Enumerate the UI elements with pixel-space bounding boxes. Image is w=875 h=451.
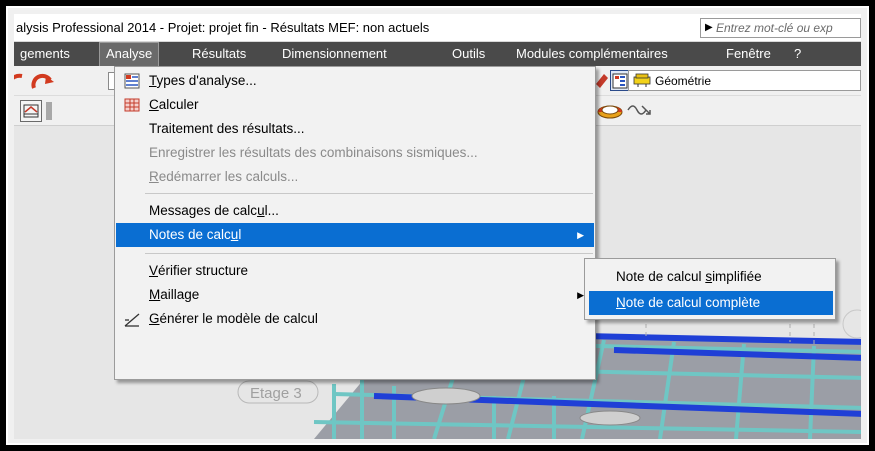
diagram-icon[interactable]	[626, 100, 652, 122]
slab-opening	[411, 387, 481, 405]
menu-fenetre[interactable]: Fenêtre	[720, 42, 777, 66]
menu-item-verifier-structure[interactable]: Vérifier structure	[116, 259, 594, 283]
menu-item-traitement[interactable]: Traitement des résultats...	[116, 117, 594, 141]
screenshot-frame: alysis Professional 2014 - Projet: proje…	[6, 6, 869, 445]
grid-axis-bubble	[842, 309, 861, 339]
menu-item-maillage[interactable]: Maillage ▶	[116, 283, 594, 307]
menu-separator	[145, 253, 593, 254]
window-title: alysis Professional 2014 - Projet: proje…	[16, 20, 430, 35]
menu-item-label: Enregistrer les résultats des combinaiso…	[149, 145, 478, 160]
menu-analyse[interactable]: Analyse	[99, 42, 160, 66]
menu-item-messages-calcul[interactable]: Messages de calcul...	[116, 199, 594, 223]
selection-icon[interactable]	[596, 72, 608, 90]
search-input[interactable]	[716, 19, 860, 37]
menu-item-label: Note de calcul complète	[616, 295, 761, 310]
search-expand-icon[interactable]: ▶	[705, 22, 713, 33]
attributes-icon[interactable]	[610, 70, 630, 91]
generate-model-icon	[124, 313, 140, 327]
menu-item-label: Maillage	[149, 287, 200, 302]
slab-opening	[579, 410, 641, 426]
redo-icon[interactable]	[30, 70, 54, 92]
layout-selector-value: Géométrie	[655, 74, 712, 88]
menu-outils[interactable]: Outils	[446, 42, 491, 66]
menu-dimensionnement[interactable]: Dimensionnement	[276, 42, 393, 66]
menu-item-label: Vérifier structure	[149, 263, 249, 278]
menu-item-label: Types d'analyse...	[149, 73, 257, 88]
analyse-menu: Types d'analyse... Calculer Traitement d…	[114, 66, 596, 380]
menu-item-label: Redémarrer les calculs...	[149, 169, 299, 184]
menu-help[interactable]: ?	[788, 42, 807, 66]
menu-item-label: Messages de calcul...	[149, 203, 279, 218]
menu-item-label: Traitement des résultats...	[149, 121, 305, 136]
title-bar: alysis Professional 2014 - Projet: proje…	[14, 14, 861, 42]
menu-item-enregistrer-sismiques: Enregistrer les résultats des combinaiso…	[116, 141, 594, 165]
menu-item-label: Générer le modèle de calcul	[149, 311, 318, 326]
menu-bar: gements Analyse Résultats Dimensionnemen…	[14, 42, 861, 66]
calculate-icon	[124, 98, 140, 112]
menu-item-notes-calcul[interactable]: Notes de calcul ▶	[116, 223, 594, 247]
menu-item-label: Note de calcul simplifiée	[616, 269, 762, 284]
loads-icon[interactable]	[596, 100, 624, 122]
menu-chargements[interactable]: gements	[14, 42, 76, 66]
application-window: alysis Professional 2014 - Projet: proje…	[14, 14, 861, 439]
menu-modules-complementaires[interactable]: Modules complémentaires	[510, 42, 674, 66]
analysis-types-icon	[124, 73, 140, 89]
menu-resultats[interactable]: Résultats	[186, 42, 252, 66]
menu-item-note-simplifiee[interactable]: Note de calcul simplifiée	[589, 265, 833, 289]
view-frame-icon[interactable]	[20, 100, 42, 122]
notes-calcul-submenu: Note de calcul simplifiée Note de calcul…	[584, 258, 836, 320]
menu-item-generer-modele[interactable]: Générer le modèle de calcul	[116, 307, 594, 331]
submenu-arrow-icon: ▶	[577, 290, 584, 300]
level-label: Etage 3	[250, 385, 302, 402]
submenu-arrow-icon: ▶	[577, 230, 584, 240]
layout-selector[interactable]: Géométrie	[628, 70, 861, 91]
menu-separator	[145, 193, 593, 194]
undo-icon[interactable]	[14, 72, 24, 92]
menu-item-redemarrer: Redémarrer les calculs...	[116, 165, 594, 189]
menu-item-label: Calculer	[149, 97, 199, 112]
geometry-layout-icon	[633, 73, 651, 87]
menu-item-types-analyse[interactable]: Types d'analyse...	[116, 69, 594, 93]
toolbar-item-partial-icon[interactable]	[46, 102, 52, 120]
menu-item-calculer[interactable]: Calculer	[116, 93, 594, 117]
menu-item-label: Notes de calcul	[149, 227, 242, 242]
search-box[interactable]: ▶	[700, 18, 861, 38]
menu-item-note-complete[interactable]: Note de calcul complète	[589, 291, 833, 315]
